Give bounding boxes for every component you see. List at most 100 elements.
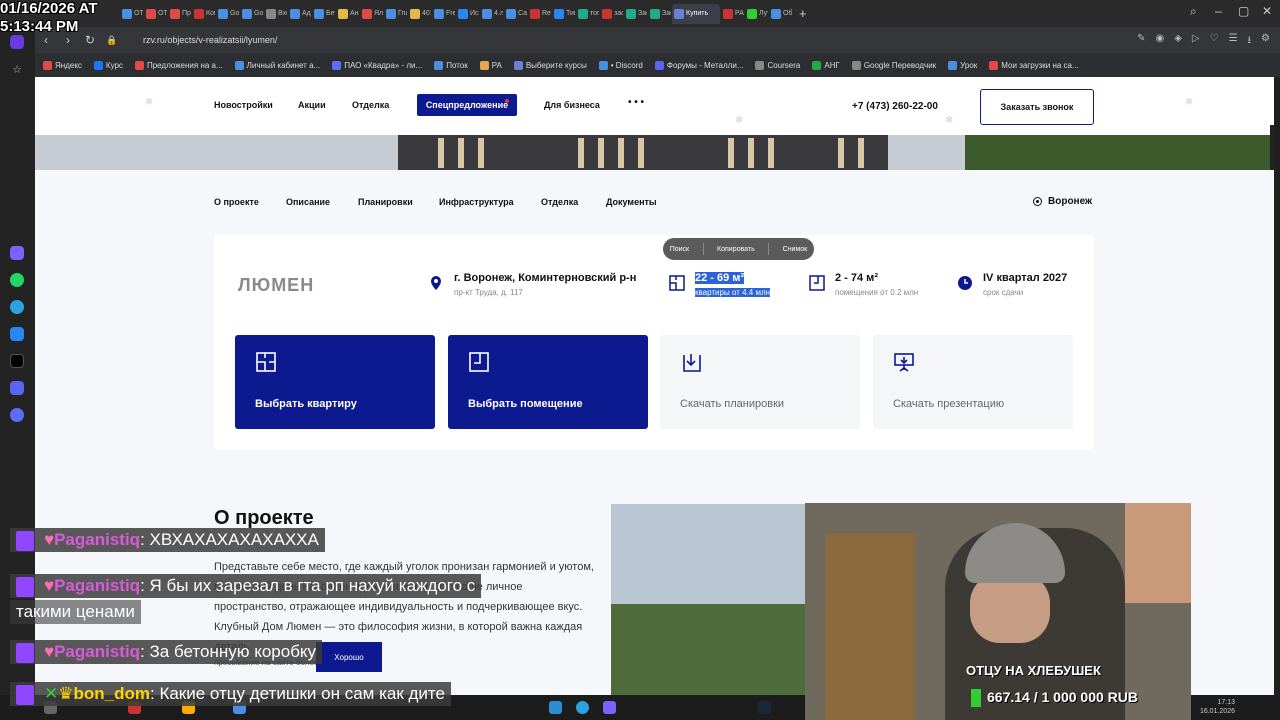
subnav-finishing[interactable]: Отделка <box>541 197 578 207</box>
bookmark-item[interactable]: Яндекс <box>43 60 82 70</box>
popup-snapshot-button[interactable]: Снимок <box>783 246 808 253</box>
bookmark-item[interactable]: Урок <box>948 60 977 70</box>
favicon-icon <box>314 8 324 19</box>
choose-premise-button[interactable]: Выбрать помещение <box>448 335 648 429</box>
cookie-accept-button[interactable]: Хорошо <box>316 642 382 672</box>
bookmark-item[interactable]: Coursera <box>755 60 800 70</box>
browser-tab[interactable]: Тим <box>552 4 575 24</box>
subnav-documents[interactable]: Документы <box>606 197 657 207</box>
browser-tab[interactable]: OTe <box>120 4 143 24</box>
app-icon-1[interactable] <box>10 246 24 260</box>
browser-tab[interactable]: Кон <box>192 4 215 24</box>
favicon-icon <box>650 8 660 19</box>
bookmark-item[interactable]: Личный кабинет а... <box>234 60 320 70</box>
subnav-layouts[interactable]: Планировки <box>358 197 413 207</box>
bookmark-item[interactable]: Предложения на а... <box>134 60 223 70</box>
play-icon[interactable]: ▷ <box>1192 33 1200 50</box>
bookmark-item[interactable]: ПАО «Квадра» - ли... <box>332 60 422 70</box>
browser-tab[interactable]: Яло <box>360 4 383 24</box>
phone-number[interactable]: +7 (473) 260-22-00 <box>852 101 938 112</box>
browser-tab[interactable]: Адм <box>288 4 311 24</box>
profile-icon[interactable] <box>10 35 24 49</box>
browser-tab[interactable]: зас <box>600 4 623 24</box>
new-tab-button[interactable]: + <box>799 6 807 21</box>
browser-tab[interactable]: РАЗ <box>721 4 744 24</box>
shield-icon[interactable]: ◈ <box>1174 33 1182 50</box>
browser-tab[interactable]: Глав <box>384 4 407 24</box>
browser-tab[interactable]: Обе <box>769 4 792 24</box>
app-icon[interactable] <box>549 701 562 714</box>
webcam-overlay: ОТЦУ НА ХЛЕБУШЕК 667.14 / 1 000 000 RUB <box>805 503 1191 720</box>
browser-tab[interactable]: Goo <box>240 4 263 24</box>
minimize-icon[interactable]: – <box>1215 4 1222 18</box>
bookmark-item[interactable]: Google Переводчик <box>851 60 936 70</box>
page-scrollbar[interactable] <box>1270 125 1274 171</box>
city-selector[interactable]: Воронеж <box>1033 196 1092 207</box>
popup-copy-button[interactable]: Копировать <box>717 246 755 253</box>
popup-search-button[interactable]: Поиск <box>670 246 689 253</box>
browser-tab[interactable]: Ист <box>456 4 479 24</box>
bookmark-item[interactable]: PA <box>479 60 502 70</box>
browser-tab[interactable]: Зас <box>648 4 671 24</box>
subnav-about[interactable]: О проекте <box>214 197 259 207</box>
snowflake-icon: ❄ <box>945 115 954 126</box>
browser-tab[interactable]: 4.лу <box>480 4 503 24</box>
camera-icon[interactable]: ◉ <box>1155 33 1164 50</box>
browser-tab[interactable]: Анз <box>336 4 359 24</box>
nav-special-offer[interactable]: Спецпредложение <box>417 94 517 116</box>
browser-tab[interactable]: Зас <box>624 4 647 24</box>
subnav-infrastructure[interactable]: Инфраструктура <box>439 197 514 207</box>
bookmark-icon[interactable]: ☰ <box>1229 33 1238 50</box>
browser-tab[interactable]: топ <box>576 4 599 24</box>
browser-tab-active[interactable]: Купить <box>672 3 720 24</box>
nav-business[interactable]: Для бизнеса <box>544 100 600 110</box>
bookmark-item[interactable]: Курс <box>93 60 123 70</box>
browser-tab[interactable]: Про <box>168 4 191 24</box>
maximize-icon[interactable]: ▢ <box>1238 4 1249 18</box>
nav-finishing[interactable]: Отделка <box>352 100 389 110</box>
vk-icon[interactable] <box>10 327 24 341</box>
browser-tab[interactable]: Вхо <box>264 4 287 24</box>
search-tabs-icon[interactable]: ⌕ <box>1190 4 1197 19</box>
nav-promotions[interactable]: Акции <box>298 100 326 110</box>
about-heading: О проекте <box>214 507 314 529</box>
telegram-icon[interactable] <box>576 701 589 714</box>
browser-tab[interactable]: Free <box>432 4 455 24</box>
bookmark-item[interactable]: Выберите курсы <box>513 60 587 70</box>
app-icon-2[interactable] <box>10 408 24 422</box>
app-icon[interactable] <box>603 701 616 714</box>
star-icon[interactable]: ☆ <box>10 63 24 77</box>
browser-tab[interactable]: Лут <box>745 4 768 24</box>
browser-tab[interactable]: 401 <box>408 4 431 24</box>
bookmark-item[interactable]: Мои загрузки на са... <box>989 60 1079 70</box>
browser-tab[interactable]: Reco <box>528 4 551 24</box>
browser-tab[interactable]: Бет <box>312 4 335 24</box>
completion-date: IV квартал 2027 <box>983 272 1068 284</box>
request-call-button[interactable]: Заказать звонок <box>980 89 1094 125</box>
whatsapp-icon[interactable] <box>10 273 24 287</box>
choose-flat-button[interactable]: Выбрать квартиру <box>235 335 435 429</box>
bookmark-item[interactable]: • Discord <box>598 60 643 70</box>
browser-tab[interactable]: Сам <box>504 4 527 24</box>
download-presentation-button[interactable]: Скачать презентацию <box>873 335 1073 429</box>
subnav-description[interactable]: Описание <box>286 197 330 207</box>
bookmark-item[interactable]: Поток <box>434 60 468 70</box>
browser-tab[interactable]: Goo <box>216 4 239 24</box>
bookmark-item[interactable]: АНГ <box>812 60 840 70</box>
browser-tab[interactable]: OTe <box>144 4 167 24</box>
discord-icon[interactable] <box>10 381 24 395</box>
favicon-icon <box>578 8 588 19</box>
url-field[interactable]: rzv.ru/objects/v-realizatsii/lyumen/ <box>143 35 277 45</box>
download-plans-button[interactable]: Скачать планировки <box>660 335 860 429</box>
extensions-icon[interactable]: ⚙ <box>1261 33 1270 50</box>
bookmark-item[interactable]: Форумы - Металли... <box>654 60 743 70</box>
more-menu-icon[interactable]: • • • <box>628 97 644 108</box>
edit-icon[interactable]: ✎ <box>1137 33 1145 50</box>
steam-icon[interactable] <box>758 701 771 714</box>
heart-icon[interactable]: ♡ <box>1210 33 1219 50</box>
close-icon[interactable]: ✕ <box>1262 4 1272 18</box>
telegram-icon[interactable] <box>10 300 24 314</box>
nav-novostroyki[interactable]: Новостройки <box>214 100 273 110</box>
download-icon[interactable]: ⭳ <box>1248 33 1252 50</box>
x-icon[interactable] <box>10 354 24 368</box>
